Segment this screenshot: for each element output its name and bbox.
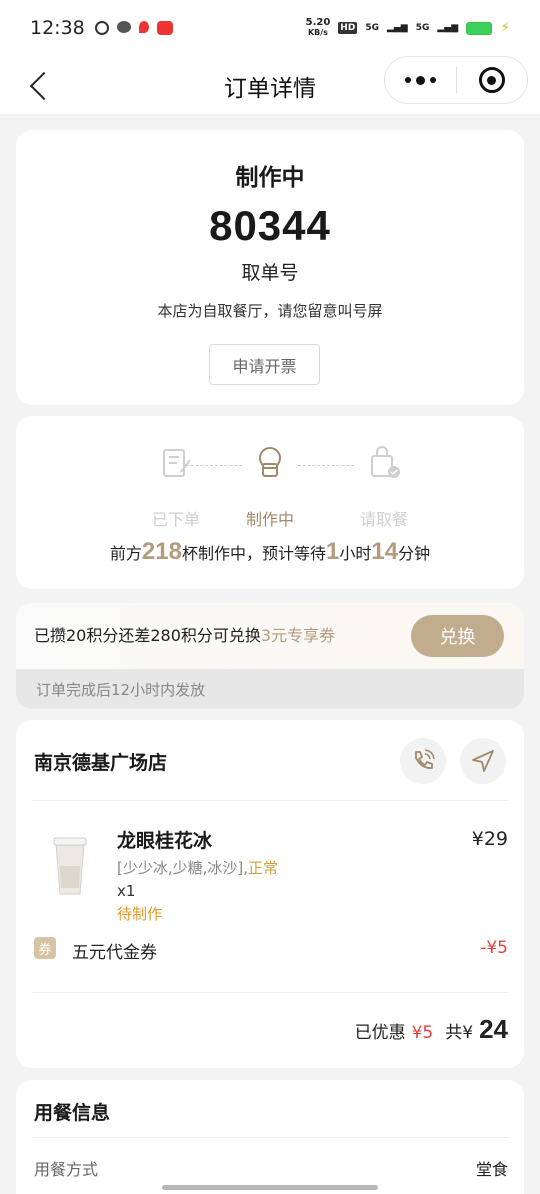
divider: [32, 800, 508, 801]
product-price: ¥29: [471, 828, 508, 850]
step-making: 制作中: [230, 446, 310, 530]
status-bar: 12:38 5.20 KB/s HD 5G ▂▄▆ 5G ▂▄▆ ⚡: [0, 0, 540, 56]
request-invoice-button[interactable]: 申请开票: [209, 344, 320, 385]
wait-prefix: 前方: [109, 544, 142, 563]
hours-unit: 小时: [339, 544, 372, 563]
more-menu-button[interactable]: [385, 75, 456, 85]
wait-hours: 1: [325, 538, 340, 565]
speed-value: 5.20: [305, 17, 331, 28]
dining-method-value: 堂食: [475, 1160, 508, 1179]
discount-value: ¥5: [411, 1023, 434, 1043]
points-card: 已攒20积分还差280积分可兑换3元专享券 兑换 订单完成后12小时内发放: [16, 603, 524, 709]
order-placed-icon: [163, 449, 191, 477]
battery-icon: [466, 21, 493, 35]
navigate-store-button[interactable]: [460, 738, 506, 784]
points-progress: 已攒20积分还差280积分可兑换: [34, 626, 261, 645]
pickup-notice: 本店为自取餐厅，请您留意叫号屏: [157, 302, 383, 320]
points-info: 已攒20积分还差280积分可兑换3元专享券: [34, 622, 335, 646]
signal-5g-1: 5G: [365, 23, 379, 33]
coupon-name: 五元代金券: [72, 943, 157, 963]
signal-5g-2: 5G: [415, 23, 430, 33]
spec-options: [少少冰,少糖,冰沙],: [117, 859, 249, 877]
points-footer: 订单完成后12小时内发放: [16, 669, 524, 709]
minutes-unit: 分钟: [398, 544, 431, 563]
wait-minutes: 14: [371, 538, 399, 565]
pickup-number: 80344: [209, 202, 331, 249]
more-dots-icon: [429, 77, 436, 83]
divider: [32, 1137, 508, 1138]
phone-call-icon: [415, 749, 435, 769]
shop-notification-icon: [156, 21, 173, 35]
step-pickup: 请取餐: [344, 446, 424, 530]
home-indicator[interactable]: [162, 1185, 378, 1190]
cups-ahead: 218: [141, 538, 182, 565]
more-dots-icon: [415, 75, 425, 85]
coupon-icon: 券: [34, 937, 56, 959]
product-name: 龙眼桂花冰: [117, 830, 213, 852]
step-label: 请取餐: [359, 510, 408, 529]
signal-bars-icon: ▂▄▆: [386, 23, 408, 33]
network-speed: 5.20 KB/s: [306, 18, 331, 38]
status-time: 12:38: [30, 17, 85, 39]
wechat-icon: [116, 21, 131, 33]
app-notification-icon: [94, 21, 109, 35]
wait-middle: 杯制作中，预计等待: [181, 544, 326, 563]
dining-method-label: 用餐方式: [34, 1160, 99, 1179]
dining-info-card: 用餐信息 用餐方式 堂食: [16, 1080, 524, 1194]
product-image: [53, 837, 87, 895]
product-spec: [少少冰,少糖,冰沙],正常: [117, 857, 278, 878]
pickup-label: 取单号: [241, 262, 299, 284]
navigation-arrow-icon: [472, 750, 494, 772]
wait-estimate: 前方218杯制作中，预计等待1小时14分钟: [16, 538, 524, 566]
mini-program-capsule: [384, 56, 528, 104]
pickup-bag-icon: [371, 446, 400, 478]
speed-unit: KB/s: [307, 28, 328, 37]
call-store-button[interactable]: [400, 738, 446, 784]
store-order-card: 南京德基广场店 龙眼桂花冰 ¥29 [少少冰,少糖,冰沙],正常 x1 待制作 …: [16, 720, 524, 1068]
total-value: 24: [479, 1014, 508, 1044]
step-order-placed: 已下单: [136, 446, 216, 530]
charging-icon: ⚡: [500, 20, 510, 36]
hd-icon: HD: [338, 22, 358, 34]
discount-label: 已优惠: [354, 1023, 406, 1043]
signal-bars-icon: ▂▄▆: [437, 23, 459, 33]
product-state: 待制作: [117, 905, 163, 923]
step-label: 已下单: [151, 510, 200, 529]
system-status: 5.20 KB/s HD 5G ▂▄▆ 5G ▂▄▆ ⚡: [306, 18, 510, 38]
nav-bar: 订单详情: [0, 56, 540, 114]
target-close-icon: [478, 67, 505, 93]
order-total: 已优惠 ¥5 共¥ 24: [355, 1014, 508, 1045]
spec-extra: 正常: [248, 859, 279, 877]
location-notification-icon: [138, 21, 149, 33]
chef-hat-icon: [259, 447, 281, 477]
notification-icons: [94, 21, 173, 35]
close-mini-program-button[interactable]: [457, 67, 528, 93]
more-dots-icon: [404, 77, 411, 83]
total-label: 共¥: [445, 1023, 474, 1043]
dining-info-title: 用餐信息: [34, 1102, 111, 1124]
order-status: 制作中: [235, 165, 305, 191]
coupon-amount: -¥5: [480, 938, 508, 958]
order-progress-card: 已下单 制作中 请取餐 前方218杯制作中，预计等待1小时14分钟: [16, 416, 524, 589]
store-name: 南京德基广场店: [34, 752, 168, 774]
step-label: 制作中: [245, 510, 294, 529]
order-status-card: 制作中 80344 取单号 本店为自取餐厅，请您留意叫号屏 申请开票: [16, 130, 524, 405]
product-quantity: x1: [117, 882, 136, 900]
exchange-button[interactable]: 兑换: [411, 615, 504, 657]
points-coupon: 3元专享券: [260, 626, 336, 645]
divider: [32, 992, 508, 993]
